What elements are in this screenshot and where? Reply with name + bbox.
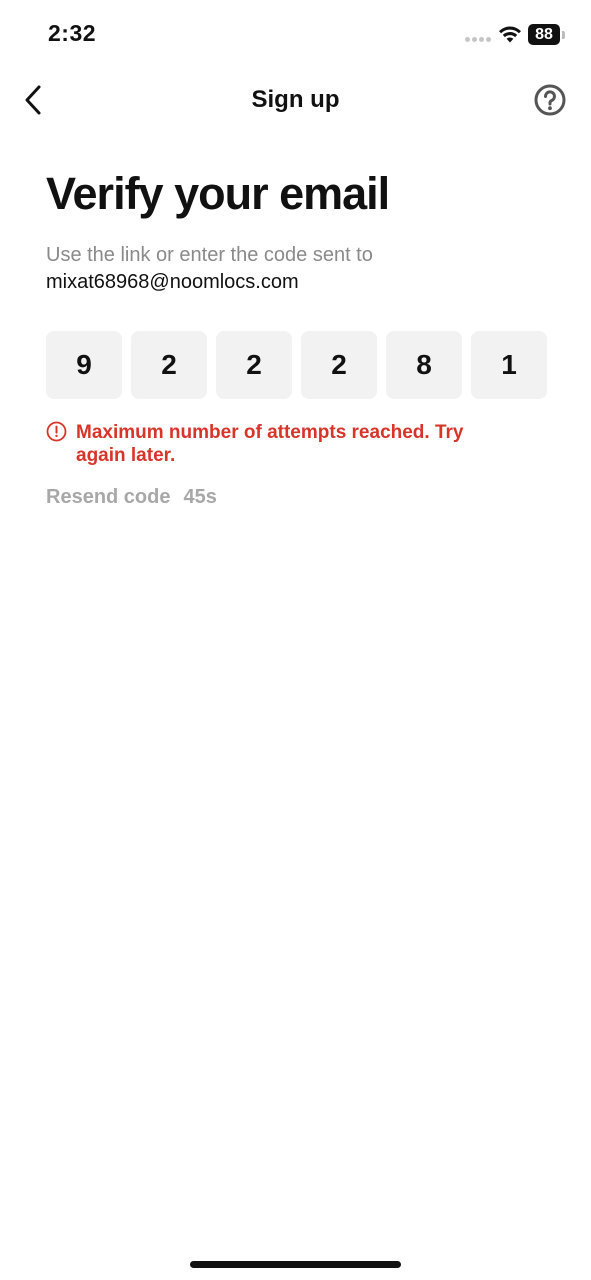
code-digit-3[interactable]: 2	[216, 331, 292, 399]
code-digit-2[interactable]: 2	[131, 331, 207, 399]
resend-countdown: 45s	[183, 486, 217, 508]
question-circle-icon[interactable]	[534, 84, 566, 116]
email-address: mixat68968@noomlocs.com	[46, 271, 299, 293]
resend-code-button[interactable]: Resend code 45s	[46, 486, 217, 509]
battery-nub	[562, 31, 565, 39]
page-title: Verify your email	[46, 168, 390, 219]
home-indicator	[190, 1261, 401, 1268]
code-digit-6[interactable]: 1	[471, 331, 547, 399]
battery-icon: 88	[528, 24, 560, 45]
resend-code-label: Resend code	[46, 486, 171, 508]
nav-title: Sign up	[251, 86, 340, 113]
cellular-signal-icon	[465, 37, 491, 42]
instruction-text: Use the link or enter the code sent to	[46, 244, 373, 266]
code-digit-1[interactable]: 9	[46, 331, 122, 399]
status-time: 2:32	[48, 20, 97, 46]
code-digit-4[interactable]: 2	[301, 331, 377, 399]
status-bar: 2:32 88	[0, 0, 591, 70]
verification-code-input[interactable]: 9 2 2 2 8 1	[46, 331, 547, 399]
wifi-icon	[499, 26, 521, 43]
info-circle-icon	[46, 421, 67, 442]
error-message: Maximum number of attempts reached. Try …	[76, 422, 464, 466]
code-digit-5[interactable]: 8	[386, 331, 462, 399]
